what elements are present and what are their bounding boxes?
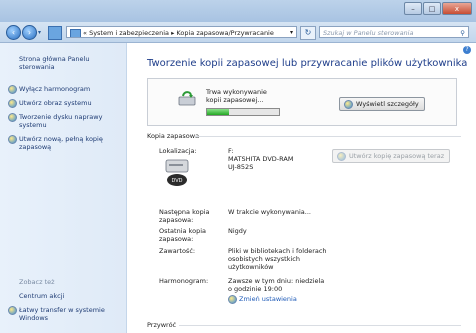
window-controls: – □ x: [404, 2, 472, 15]
shield-icon: [8, 306, 17, 315]
history-dropdown-icon[interactable]: ▾: [38, 29, 41, 36]
backup-now-label: Utwórz kopię zapasową teraz: [349, 152, 445, 160]
sidebar-item-create-repair-disc[interactable]: Tworzenie dysku naprawy systemu: [8, 113, 114, 129]
progress-status-text: Trwa wykonywanie kopii zapasowej...: [206, 88, 267, 104]
search-input[interactable]: Szukaj w Panelu sterowania ⚲: [319, 26, 469, 38]
next-backup-value: W trakcie wykonywania...: [228, 208, 311, 216]
sidebar-item-label: Tworzenie dysku naprawy systemu: [19, 113, 103, 129]
shield-icon: [344, 100, 353, 109]
main-content: ? Tworzenie kopii zapasowej lub przywrac…: [127, 43, 476, 333]
sidebar-item-label: Łatwy transfer w systemie Windows: [19, 306, 105, 322]
sidebar: Strona główna Panelu sterowania Wyłącz h…: [0, 43, 127, 333]
sidebar-item-label: Wyłącz harmonogram: [19, 85, 91, 93]
page-title: Tworzenie kopii zapasowej lub przywracan…: [147, 58, 468, 69]
last-backup-label: Ostatnia kopia zapasowa:: [159, 227, 206, 243]
dvd-drive-icon: DVD: [165, 159, 189, 186]
address-dropdown-icon[interactable]: ▾: [290, 27, 293, 37]
shield-icon: [8, 85, 17, 94]
control-panel-icon: [48, 26, 62, 40]
change-settings-label: Zmień ustawienia: [239, 295, 297, 303]
window-titlebar: – □ x: [0, 0, 476, 22]
sidebar-item-label: Utwórz obraz systemu: [19, 99, 92, 107]
location-label: Lokalizacja:: [159, 147, 197, 155]
view-details-button[interactable]: Wyświetl szczegóły: [339, 97, 425, 111]
schedule-label: Harmonogram:: [159, 277, 209, 285]
next-backup-label: Następna kopia zapasowa:: [159, 208, 210, 224]
sidebar-item-easy-transfer[interactable]: Łatwy transfer w systemie Windows: [8, 306, 114, 322]
contents-value: Pliki w bibliotekach i folderach osobist…: [228, 247, 327, 271]
search-icon[interactable]: ⚲: [460, 27, 465, 39]
section-divider: [179, 325, 461, 326]
close-button[interactable]: x: [442, 2, 472, 15]
contents-label: Zawartość:: [159, 247, 196, 255]
sidebar-home-link[interactable]: Strona główna Panelu sterowania: [19, 55, 114, 71]
sidebar-item-disable-schedule[interactable]: Wyłącz harmonogram: [8, 85, 114, 94]
search-placeholder: Szukaj w Panelu sterowania: [323, 29, 414, 37]
shield-icon: [8, 135, 17, 144]
help-icon[interactable]: ?: [463, 46, 471, 54]
see-also-heading: Zobacz też: [19, 278, 55, 286]
shield-icon: [8, 113, 17, 122]
minimize-button[interactable]: –: [404, 2, 422, 15]
forward-arrow-icon[interactable]: ›: [22, 25, 37, 40]
shield-icon: [228, 295, 237, 304]
sidebar-item-create-system-image[interactable]: Utwórz obraz systemu: [8, 99, 114, 108]
refresh-icon[interactable]: ↻: [300, 26, 316, 40]
backup-progress-panel: Trwa wykonywanie kopii zapasowej... Wyśw…: [147, 78, 457, 126]
section-divider: [195, 136, 461, 137]
svg-text:DVD: DVD: [171, 178, 182, 184]
address-bar[interactable]: « System i zabezpieczenia ▸ Kopia zapaso…: [66, 26, 297, 38]
progress-bar-fill: [207, 109, 229, 115]
back-arrow-icon[interactable]: ‹: [6, 25, 21, 40]
backup-section-title: Kopia zapasowa: [147, 132, 200, 140]
change-settings-link[interactable]: Zmień ustawienia: [228, 295, 297, 304]
breadcrumb-system-security[interactable]: System i zabezpieczenia: [89, 29, 169, 37]
location-value: F: MATSHITA DVD-RAM UJ-852S: [228, 147, 294, 171]
address-overflow[interactable]: «: [83, 29, 87, 37]
breadcrumb-backup-restore[interactable]: Kopia zapasowa/Przywracanie: [176, 29, 273, 37]
navigation-bar: ‹ › ▾ « System i zabezpieczenia ▸ Kopia …: [0, 22, 476, 43]
view-details-label: Wyświetl szczegóły: [356, 100, 419, 108]
backup-now-button[interactable]: Utwórz kopię zapasową teraz: [332, 149, 451, 163]
breadcrumb-separator[interactable]: ▸: [171, 29, 174, 37]
schedule-value: Zawsze w tym dniu: niedziela o godzinie …: [228, 277, 325, 293]
maximize-button[interactable]: □: [423, 2, 441, 15]
last-backup-value: Nigdy: [228, 227, 247, 235]
shield-icon: [8, 99, 17, 108]
folder-icon: [70, 29, 81, 37]
sidebar-item-new-full-backup[interactable]: Utwórz nową, pełną kopię zapasową: [8, 135, 114, 151]
backup-progress-bar: [206, 108, 280, 116]
backup-running-icon: [178, 91, 196, 106]
sidebar-item-action-center[interactable]: Centrum akcji: [19, 292, 114, 300]
restore-section-title: Przywróć: [147, 321, 177, 329]
sidebar-item-label: Utwórz nową, pełną kopię zapasową: [19, 135, 103, 151]
shield-icon: [337, 152, 346, 161]
